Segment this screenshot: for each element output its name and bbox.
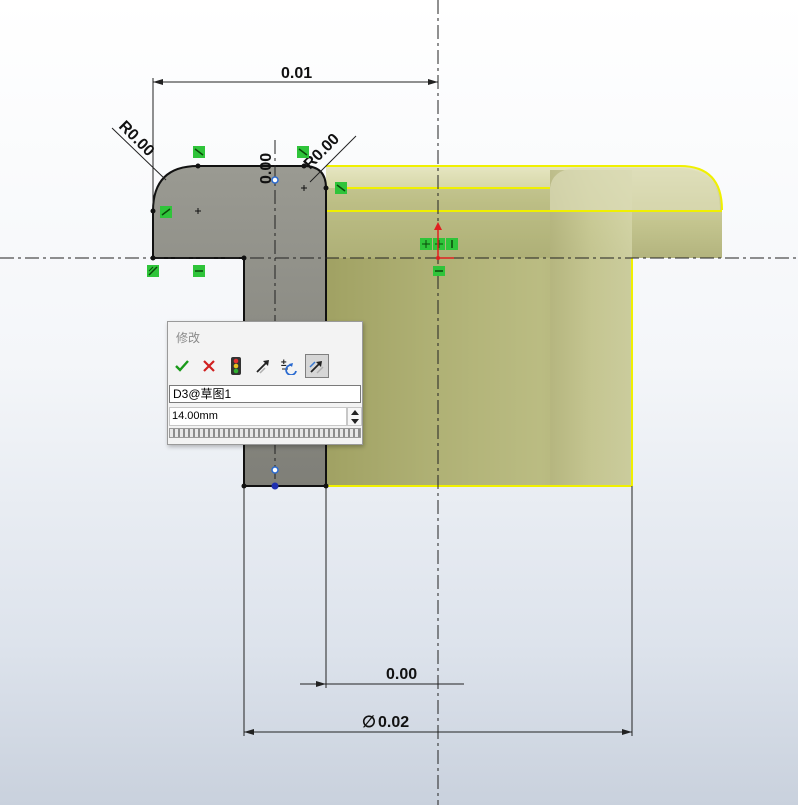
revolved-body[interactable] xyxy=(326,165,723,487)
dimension-diameter[interactable]: ∅ 0.02 xyxy=(362,714,409,731)
centerline-bottom-point[interactable] xyxy=(271,482,279,490)
reverse-dimension-button[interactable] xyxy=(251,354,275,378)
horizontal-relation-icon xyxy=(193,265,205,277)
check-icon xyxy=(175,360,189,372)
midpoint-relation-icon xyxy=(433,238,445,250)
modify-dialog: 修改 ± D3@草图1 14.00mm xyxy=(167,321,363,445)
diameter-value: 0.02 xyxy=(378,714,409,731)
traffic-light-icon xyxy=(231,357,241,375)
midpoint-relation-icon xyxy=(420,238,432,250)
mark-dimension-icon xyxy=(309,361,324,374)
tangent-relation-icon xyxy=(297,146,309,158)
vertical-relation-icon xyxy=(446,238,458,250)
value-spinner[interactable] xyxy=(347,407,362,426)
thumbwheel-slider[interactable] xyxy=(169,428,361,438)
rebuild-button[interactable] xyxy=(224,354,248,378)
increment-icon: ± xyxy=(281,358,297,375)
graphics-viewport[interactable]: 0.01 R0.00 R0.00 0.00 0.00 ∅ 0.02 xyxy=(0,0,798,805)
dialog-title: 修改 xyxy=(176,331,201,345)
dimension-name-field[interactable]: D3@草图1 xyxy=(169,385,361,403)
tangent-relation-icon xyxy=(193,146,205,158)
increment-button[interactable]: ± xyxy=(278,354,302,378)
centerline-top-point[interactable] xyxy=(271,176,279,184)
mark-dimension-button[interactable] xyxy=(305,354,329,378)
dimension-top-width[interactable]: 0.01 xyxy=(281,65,312,82)
spin-up-icon[interactable] xyxy=(348,408,361,416)
dimension-bottom-offset[interactable]: 0.00 xyxy=(386,666,417,683)
ok-button[interactable] xyxy=(170,354,194,378)
spin-down-icon[interactable] xyxy=(348,417,361,425)
dimension-value-input[interactable]: 14.00mm xyxy=(169,407,347,426)
reverse-direction-icon xyxy=(256,360,269,374)
horizontal-relation-icon xyxy=(433,266,445,276)
fixed-relation-icon xyxy=(147,265,159,277)
dimension-radius-left[interactable]: R0.00 xyxy=(115,118,157,160)
tangent-relation-icon xyxy=(335,182,347,194)
tangent-relation-icon xyxy=(160,206,172,218)
centerline-mid-point[interactable] xyxy=(271,466,279,474)
cancel-button[interactable] xyxy=(197,354,221,378)
diameter-symbol: ∅ xyxy=(362,714,376,731)
x-icon xyxy=(203,360,215,372)
dialog-toolbar: ± xyxy=(170,354,360,378)
